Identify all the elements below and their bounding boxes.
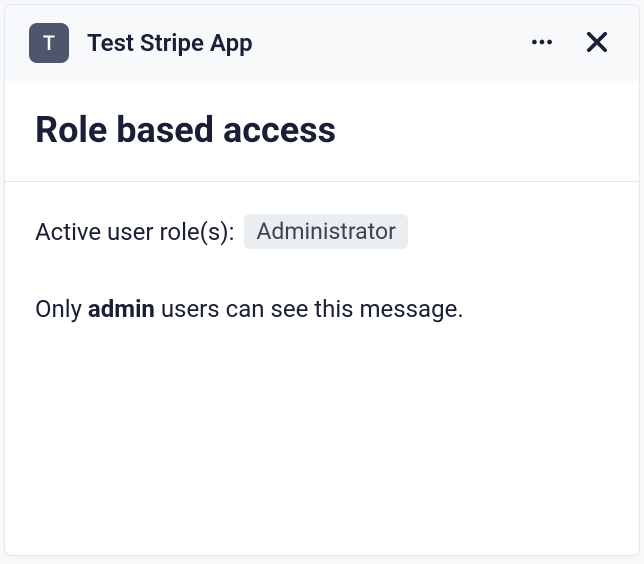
close-icon	[583, 28, 611, 59]
app-icon: T	[29, 23, 69, 63]
window-header: T Test Stripe App	[5, 5, 639, 81]
admin-message: Only admin users can see this message.	[35, 293, 609, 327]
more-button[interactable]	[525, 25, 559, 62]
role-label: Active user role(s):	[35, 218, 234, 246]
more-icon	[529, 29, 555, 58]
app-icon-letter: T	[43, 31, 55, 55]
header-actions	[525, 24, 615, 63]
app-window: T Test Stripe App	[4, 4, 640, 556]
content: Active user role(s): Administrator Only …	[5, 182, 639, 359]
title-section: Role based access	[5, 81, 639, 182]
message-bold: admin	[88, 295, 155, 323]
role-badge: Administrator	[244, 214, 408, 249]
page-title: Role based access	[35, 109, 609, 151]
message-suffix: users can see this message.	[155, 295, 464, 323]
role-line: Active user role(s): Administrator	[35, 214, 609, 249]
message-prefix: Only	[35, 295, 88, 323]
close-button[interactable]	[579, 24, 615, 63]
app-title: Test Stripe App	[87, 29, 525, 57]
